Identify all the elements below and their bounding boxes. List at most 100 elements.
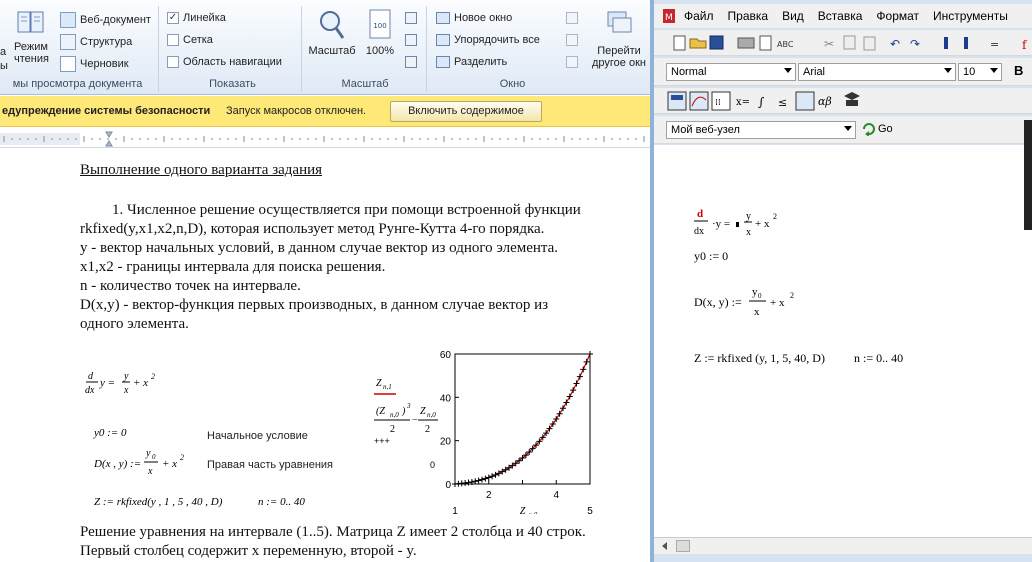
reading-mode-label-2: чтения [14,53,49,65]
mathcad-worksheet[interactable]: d dx ·y = y x + x 2 y0 := 0 D(x, y) := y… [654,145,1032,537]
svg-text:x=: x= [736,97,750,108]
y-expr-z: Z [420,406,426,417]
arrange-all-label: Упорядочить все [454,34,540,46]
menu-view[interactable]: Вид [782,9,804,23]
draft-icon [60,56,76,72]
svg-text:D(x , y) :=: D(x , y) := [93,458,141,470]
svg-text:M: M [665,13,673,23]
page-width-icon[interactable] [405,56,417,68]
svg-text:ABC: ABC [777,40,794,49]
go-button[interactable]: Go [862,122,893,136]
group-view-modes: мы просмотра документа [12,78,143,90]
doc-n-eq: n := 0.. 40 [258,496,305,508]
new-window-icon [436,12,450,24]
chevron-down-icon [944,68,952,73]
size-combo[interactable]: 10 [958,63,1002,81]
svg-text:≤: ≤ [778,96,787,109]
ribbon-cut-label-2: ы [0,60,8,72]
svg-text:⁞⁞: ⁞⁞ [715,98,721,108]
doc-line-6: D(x,y) - вектор-функция первых производн… [80,297,549,313]
y-expr-numerator: (Z [376,406,385,417]
outline-icon [60,34,76,50]
scroll-thumb[interactable] [676,540,690,552]
y-axis-label-sub: n,1 [383,383,392,391]
mc-n-eq: n := 0.. 40 [854,351,904,365]
page-100-icon: 100 [369,9,391,39]
y-dot-zero: 0 [430,460,435,470]
document-heading: Выполнение одного варианта задания [80,162,323,178]
draft-button[interactable]: Черновик [60,56,129,72]
format-toolbar: Normal Arial 10 B [654,58,1032,86]
reading-mode-label: Режим [14,41,48,53]
web-layout-icon [60,12,76,28]
security-title: едупреждение системы безопасности [2,105,211,117]
two-pages-icon[interactable] [405,34,417,46]
split-label: Разделить [454,56,508,68]
go-label: Go [878,123,893,135]
group-show: Показать [209,78,256,90]
svg-text:dx: dx [694,226,704,237]
ode-equation: d dx y = y x + x 2 [85,371,155,396]
doc-y0-eq: y0 := 0 [94,427,127,439]
sync-scroll-icon[interactable] [566,34,578,46]
url-value: Мой веб-узел [671,124,740,136]
svg-text:2: 2 [151,372,155,381]
split-button[interactable]: Разделить [436,56,507,68]
zoom-100-button[interactable]: 100 100% [363,8,397,57]
enable-content-button[interactable]: Включить содержимое [390,101,542,122]
split-icon [436,56,450,68]
toolbar-icons: ABC ✂ ↶ ↷ = f [673,35,1028,52]
one-page-icon[interactable] [405,12,417,24]
menu-file[interactable]: Файл [684,9,714,23]
menu-format[interactable]: Формат [876,9,919,23]
zoom-button[interactable]: Масштаб [308,8,356,57]
horizontal-ruler[interactable] [0,130,650,148]
initial-condition-label: Начальное условие [207,430,308,442]
svg-text:2: 2 [180,453,184,462]
bold-button[interactable]: B [1014,63,1023,78]
zoom-100-label: 100% [365,45,395,57]
x-tick-label: 2 [486,490,492,501]
doc-line-3: y - вектор начальных условий, в данном с… [80,240,559,256]
grid-checkbox[interactable]: Сетка [167,34,213,46]
side-by-side-icon[interactable] [566,12,578,24]
scroll-left-icon[interactable] [660,541,670,551]
document-page: Выполнение одного варианта задания 1. Чи… [0,148,650,562]
svg-text:+ x: + x [162,458,177,470]
horizontal-scrollbar[interactable] [654,537,1032,554]
x-axis-label: Z [520,506,526,514]
switch-label-2: другое окн [592,57,646,69]
font-combo[interactable]: Arial [798,63,956,81]
menu-edit[interactable]: Правка [728,9,769,23]
svg-text:0: 0 [758,292,762,300]
svg-text:✂: ✂ [824,37,834,51]
arrange-all-icon [436,34,450,46]
checkbox-empty [167,34,179,46]
nav-pane-checkbox[interactable]: Область навигации [167,56,282,68]
go-arrow-icon [863,123,875,136]
svg-text:x: x [754,306,760,318]
reset-position-icon[interactable] [566,56,578,68]
switch-windows-button[interactable]: Перейти другое окн [588,8,650,69]
svg-text:x: x [746,227,751,238]
svg-text:·y =: ·y = [712,218,730,230]
menu-insert[interactable]: Вставка [818,9,863,23]
svg-text:x: x [147,466,153,477]
ruler-checkbox[interactable]: ✓ Линейка [167,12,226,24]
menu-tools[interactable]: Инструменты [933,9,1008,23]
arrange-all-button[interactable]: Упорядочить все [436,34,540,46]
doc-line-1: 1. Численное решение осуществляется при … [112,202,581,218]
web-layout-button[interactable]: Веб-документ [60,12,151,28]
style-combo[interactable]: Normal [666,63,796,81]
switch-windows-icon [607,11,632,33]
svg-text:↶: ↶ [890,37,900,51]
zoom-label: Масштаб [308,45,356,57]
new-window-button[interactable]: Новое окно [436,12,512,24]
outline-button[interactable]: Структура [60,34,132,50]
reading-mode-button[interactable]: Режим чтения [14,8,49,80]
chart-frame [454,353,591,485]
divider [426,6,427,92]
url-combo[interactable]: Мой веб-узел [666,121,856,139]
checkbox-empty [167,56,179,68]
mc-d-rhs: y 0 x + x 2 [749,286,794,318]
